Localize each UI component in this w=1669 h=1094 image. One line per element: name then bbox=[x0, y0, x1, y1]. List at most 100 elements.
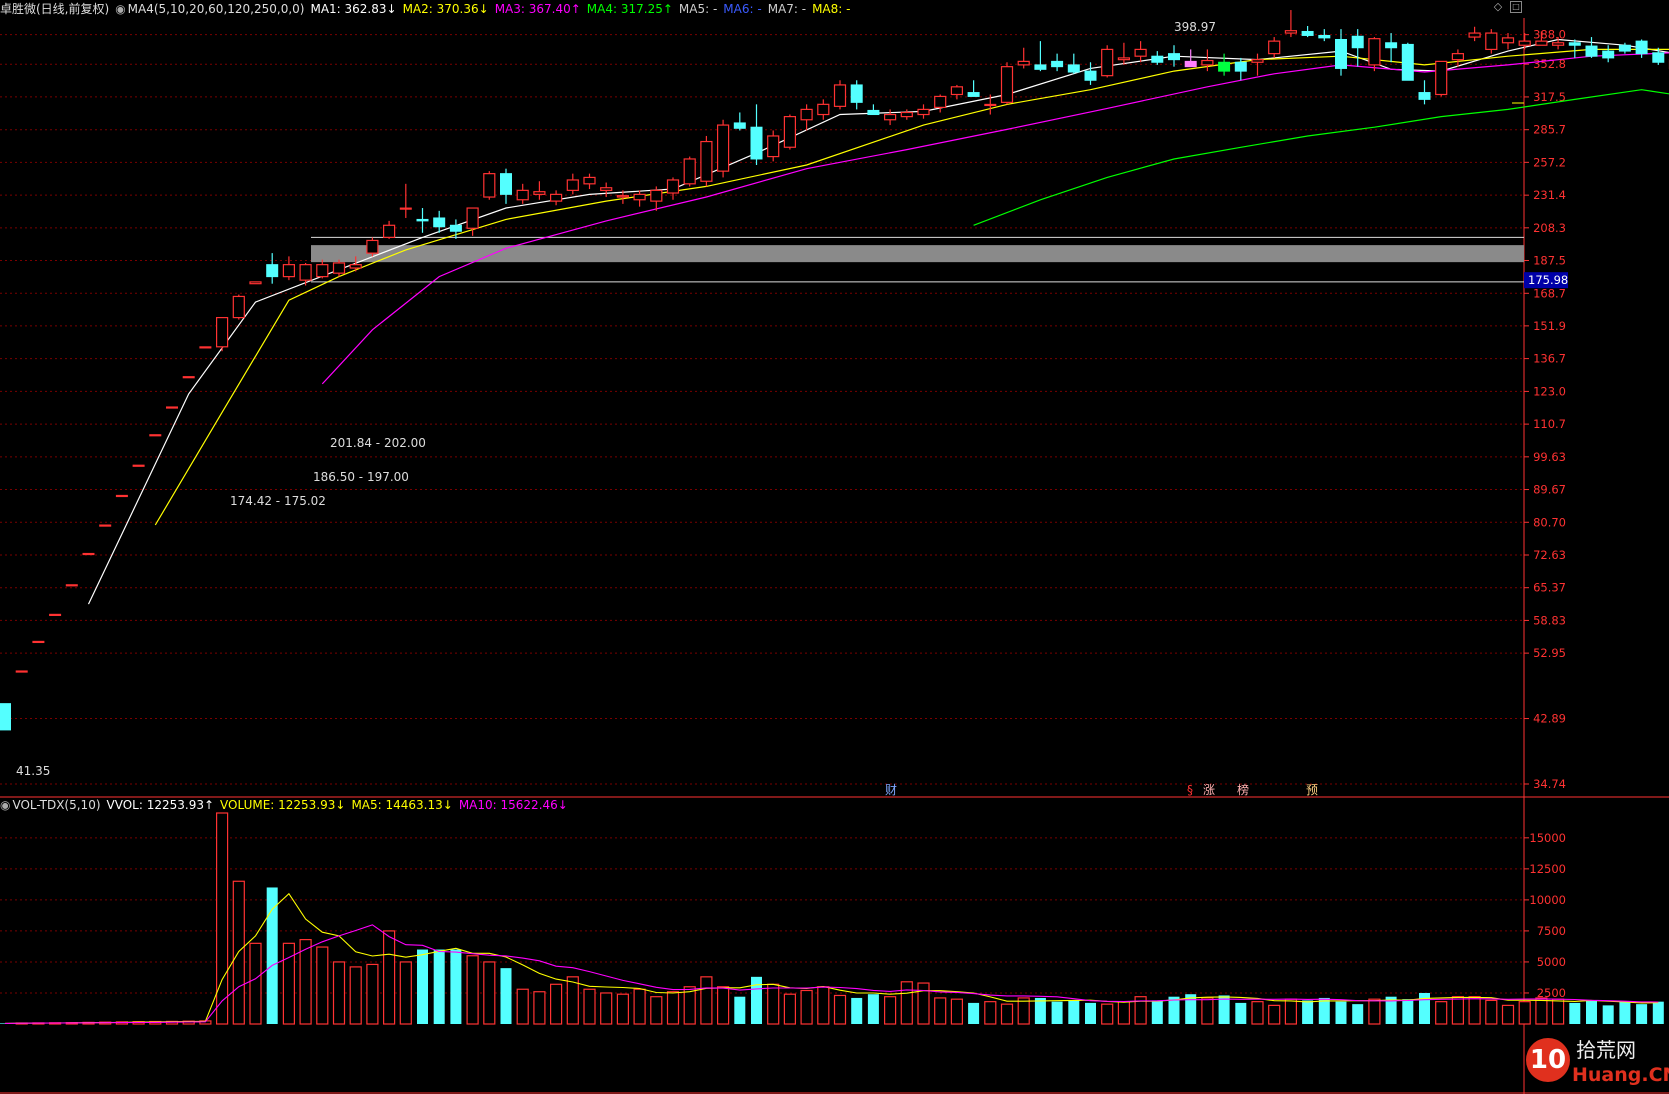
volume-bar[interactable] bbox=[433, 949, 445, 1024]
candle[interactable] bbox=[166, 406, 178, 409]
candle[interactable] bbox=[1034, 41, 1047, 72]
candle[interactable] bbox=[683, 156, 696, 187]
volume-bar[interactable] bbox=[1168, 996, 1180, 1024]
candle[interactable] bbox=[182, 376, 195, 379]
candle[interactable] bbox=[1468, 26, 1481, 42]
volume-bar[interactable] bbox=[1619, 1001, 1631, 1024]
volume-bar[interactable] bbox=[1602, 1005, 1614, 1024]
volume-bar[interactable] bbox=[600, 992, 613, 1025]
volume-bar[interactable] bbox=[1501, 1004, 1515, 1025]
candle[interactable] bbox=[1501, 33, 1515, 50]
candle[interactable] bbox=[583, 173, 596, 190]
volume-bar[interactable] bbox=[583, 988, 596, 1025]
candle[interactable] bbox=[967, 80, 980, 97]
volume-bar[interactable] bbox=[1468, 996, 1481, 1025]
volume-bar[interactable] bbox=[917, 982, 930, 1025]
volume-bar[interactable] bbox=[1251, 1001, 1264, 1025]
candle[interactable] bbox=[332, 259, 346, 277]
candle[interactable] bbox=[65, 584, 78, 587]
volume-bar[interactable] bbox=[383, 930, 396, 1025]
volume-bar[interactable] bbox=[1451, 996, 1465, 1025]
volume-bar[interactable] bbox=[483, 961, 496, 1025]
candle[interactable] bbox=[1335, 29, 1347, 76]
volume-bar[interactable] bbox=[984, 1001, 997, 1025]
volume-bar[interactable] bbox=[1485, 999, 1498, 1025]
candle[interactable] bbox=[666, 177, 680, 200]
volume-bar[interactable] bbox=[566, 976, 579, 1025]
volume-bar[interactable] bbox=[767, 983, 780, 1025]
candle[interactable] bbox=[767, 130, 780, 162]
candle[interactable] bbox=[1418, 80, 1431, 105]
volume-bar[interactable] bbox=[1085, 1002, 1096, 1024]
candle[interactable] bbox=[1268, 37, 1281, 58]
volume-bar[interactable] bbox=[316, 946, 329, 1025]
candle[interactable] bbox=[1134, 41, 1147, 63]
candle[interactable] bbox=[232, 294, 245, 320]
candle[interactable] bbox=[800, 104, 813, 131]
candle[interactable] bbox=[316, 259, 329, 279]
candle[interactable] bbox=[833, 80, 847, 110]
candle[interactable] bbox=[216, 316, 229, 352]
volume-bar[interactable] bbox=[349, 966, 362, 1025]
candle[interactable] bbox=[266, 253, 279, 284]
candle[interactable] bbox=[1368, 37, 1381, 72]
candle[interactable] bbox=[1301, 26, 1314, 38]
candle[interactable] bbox=[867, 104, 880, 116]
candle[interactable] bbox=[1067, 53, 1080, 74]
candle[interactable] bbox=[1101, 45, 1114, 78]
candle[interactable] bbox=[483, 171, 496, 200]
candle[interactable] bbox=[49, 613, 62, 617]
volume-bar[interactable] bbox=[633, 988, 646, 1025]
volume-bar[interactable] bbox=[1402, 999, 1414, 1024]
volume-bar[interactable] bbox=[533, 991, 546, 1025]
candle[interactable] bbox=[1017, 47, 1030, 69]
volume-bar[interactable] bbox=[650, 996, 663, 1025]
volume-bar[interactable] bbox=[1419, 992, 1430, 1024]
candle[interactable] bbox=[115, 494, 128, 498]
volume-bar[interactable] bbox=[1636, 1004, 1648, 1024]
candle[interactable] bbox=[700, 135, 713, 187]
volume-bar[interactable] bbox=[1051, 1001, 1063, 1024]
volume-bar[interactable] bbox=[968, 1002, 980, 1024]
candle[interactable] bbox=[750, 104, 763, 165]
volume-bar[interactable] bbox=[1117, 1001, 1131, 1025]
candle[interactable] bbox=[366, 237, 379, 257]
volume-bar[interactable] bbox=[417, 949, 428, 1024]
candle[interactable] bbox=[817, 99, 830, 120]
candle[interactable] bbox=[1401, 42, 1414, 81]
volume-bar[interactable] bbox=[1318, 997, 1330, 1024]
candle[interactable] bbox=[15, 670, 28, 673]
candle[interactable] bbox=[1602, 45, 1615, 63]
volume-bar[interactable] bbox=[249, 942, 262, 1025]
candle[interactable] bbox=[716, 119, 730, 178]
candle[interactable] bbox=[1117, 42, 1131, 65]
candle[interactable] bbox=[1284, 10, 1298, 38]
candle[interactable] bbox=[1585, 37, 1598, 58]
volume-bar[interactable] bbox=[549, 983, 563, 1025]
candle[interactable] bbox=[1184, 49, 1197, 68]
candle[interactable] bbox=[917, 104, 930, 119]
volume-bar[interactable] bbox=[716, 986, 730, 1025]
candle[interactable] bbox=[1568, 39, 1581, 58]
volume-bar[interactable] bbox=[1535, 997, 1548, 1025]
candle[interactable] bbox=[282, 256, 295, 281]
candle[interactable] bbox=[32, 640, 45, 644]
volume-bar[interactable] bbox=[1151, 1000, 1163, 1024]
candle[interactable] bbox=[1218, 53, 1231, 76]
candle[interactable] bbox=[566, 173, 579, 195]
candle[interactable] bbox=[549, 190, 563, 206]
volume-bar[interactable] bbox=[450, 949, 462, 1024]
candle[interactable] bbox=[199, 346, 212, 349]
volume-bar[interactable] bbox=[700, 976, 713, 1025]
volume-bar[interactable] bbox=[616, 993, 630, 1025]
candle[interactable] bbox=[1635, 39, 1648, 58]
volume-bar[interactable] bbox=[466, 955, 479, 1025]
volume-bar[interactable] bbox=[366, 963, 379, 1025]
volume-bar[interactable] bbox=[883, 996, 897, 1025]
volume-bar[interactable] bbox=[734, 996, 746, 1024]
candle[interactable] bbox=[1051, 53, 1064, 72]
volume-bar[interactable] bbox=[299, 938, 312, 1025]
candle[interactable] bbox=[383, 220, 396, 239]
candle[interactable] bbox=[399, 183, 412, 218]
volume-bar[interactable] bbox=[1268, 1004, 1281, 1025]
